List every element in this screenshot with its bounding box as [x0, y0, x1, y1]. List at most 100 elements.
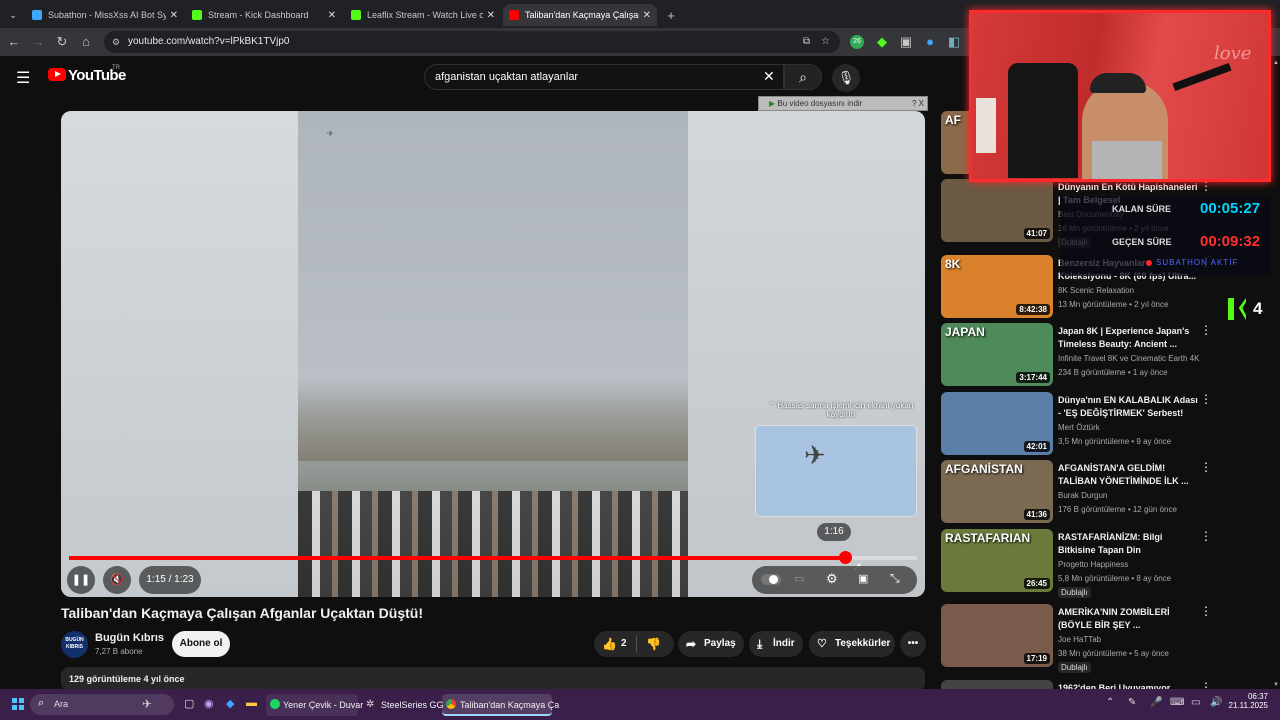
- subscribe-button[interactable]: Abone ol: [172, 631, 230, 657]
- download-video-banner[interactable]: ▶ Bu video dosyasını indir ? X: [758, 96, 928, 111]
- theater-mode-icon[interactable]: ▣: [858, 572, 868, 585]
- video-title[interactable]: Dünya'nın EN KALABALIK Adası - 'EŞ DEĞİŞ…: [1058, 394, 1200, 420]
- more-options-icon[interactable]: ⋮: [1200, 392, 1212, 406]
- recommended-video[interactable]: 1962'den Beri Uyuyamıyor... ⋮: [941, 680, 1241, 689]
- reload-icon[interactable]: ↻: [53, 33, 71, 51]
- keyboard-icon[interactable]: ⌨: [1170, 697, 1184, 708]
- video-player[interactable]: ✈ ⌃ Hassas sarma işlemi için ekranı yuka…: [61, 111, 925, 597]
- search-input[interactable]: afganistan uçaktan atlayanlar: [424, 64, 784, 90]
- channel-name[interactable]: Infinite Travel 8K ve Cinematic Earth 4K: [1058, 354, 1199, 363]
- more-options-icon[interactable]: ⋮: [1200, 529, 1212, 543]
- file-explorer-icon[interactable]: ▬: [246, 697, 257, 709]
- windows-start-icon[interactable]: [12, 698, 24, 710]
- channel-name[interactable]: Progetto Happiness: [1058, 560, 1128, 569]
- more-options-icon[interactable]: ⋮: [1200, 323, 1212, 337]
- tray-app-icon[interactable]: ✎: [1128, 697, 1136, 708]
- tab-subathon[interactable]: Subathon - MissXss AI Bot Syste ✕: [26, 4, 184, 26]
- more-options-icon[interactable]: ⋮: [1200, 680, 1212, 689]
- video-thumbnail[interactable]: 41:07: [941, 179, 1053, 242]
- more-options-icon[interactable]: ⋮: [1200, 604, 1212, 618]
- bookmark-star-icon[interactable]: ☆: [821, 31, 830, 53]
- video-thumbnail[interactable]: RASTAFARIAN 26:45: [941, 529, 1053, 592]
- app-icon[interactable]: ◉: [204, 697, 214, 710]
- description-box[interactable]: 129 görüntüleme 4 yıl önce: [61, 667, 925, 691]
- recommended-video[interactable]: 17:19 AMERİKA'NIN ZOMBİLERİ (BÖYLE BİR ŞE…: [941, 604, 1241, 673]
- tab-kick-dashboard[interactable]: Stream - Kick Dashboard ✕: [186, 4, 342, 26]
- like-button[interactable]: 👍 2: [594, 631, 636, 657]
- new-tab-button[interactable]: +: [661, 4, 681, 26]
- home-icon[interactable]: ⌂: [77, 33, 95, 51]
- video-thumbnail[interactable]: [941, 680, 1053, 689]
- settings-gear-icon[interactable]: ⚙: [826, 571, 838, 587]
- app-icon[interactable]: ◆: [226, 697, 234, 710]
- volume-icon[interactable]: 🔊: [1210, 697, 1222, 708]
- youtube-logo-icon[interactable]: [48, 68, 66, 81]
- autoplay-toggle[interactable]: [761, 574, 781, 585]
- channel-name[interactable]: Mert Öztürk: [1058, 423, 1100, 432]
- tray-chevron-icon[interactable]: ⌃: [1106, 697, 1114, 708]
- tab-close-icon[interactable]: ✕: [487, 10, 495, 21]
- subtitles-icon[interactable]: ▭: [794, 572, 804, 585]
- tab-close-icon[interactable]: ✕: [170, 10, 178, 21]
- video-thumbnail[interactable]: 17:19: [941, 604, 1053, 667]
- back-arrow-icon[interactable]: ←: [5, 33, 23, 51]
- channel-name[interactable]: 8K Scenic Relaxation: [1058, 286, 1134, 295]
- share-button[interactable]: ➦ Paylaş: [678, 631, 744, 657]
- network-icon[interactable]: ▭: [1191, 697, 1200, 708]
- extension-kick-icon[interactable]: ◆: [873, 33, 891, 51]
- video-title[interactable]: 1962'den Beri Uyuyamıyor...: [1058, 682, 1200, 689]
- install-app-icon[interactable]: ⧉: [803, 31, 810, 53]
- extension-badge-icon[interactable]: 26: [850, 35, 864, 49]
- thanks-button[interactable]: ♡ Teşekkürler: [809, 631, 895, 657]
- taskbar-search[interactable]: ⌕ Ara ✈: [30, 694, 174, 715]
- dislike-button[interactable]: 👎: [646, 631, 661, 657]
- video-thumbnail[interactable]: 8K 8:42:38: [941, 255, 1053, 318]
- banner-close-button[interactable]: ? X: [912, 97, 924, 110]
- site-info-icon[interactable]: ⚙: [112, 31, 120, 53]
- tray-mic-icon[interactable]: 🎤: [1150, 697, 1162, 708]
- extension-icon[interactable]: ◧: [945, 33, 963, 51]
- taskbar-app-chrome[interactable]: Taliban'dan Kaçmaya Ça: [442, 694, 559, 716]
- page-scrollbar[interactable]: ▲ ▼: [1273, 60, 1279, 688]
- video-title[interactable]: AFGANİSTAN'A GELDİM! TALİBAN YÖNETİMİNDE…: [1058, 462, 1200, 488]
- fullscreen-icon[interactable]: ⤡: [890, 571, 900, 586]
- clear-search-icon[interactable]: ✕: [763, 68, 775, 85]
- video-title[interactable]: Japan 8K | Experience Japan's Timeless B…: [1058, 325, 1200, 351]
- recommended-video[interactable]: AFGANİSTAN 41:36 AFGANİSTAN'A GELDİM! TALİ…: [941, 460, 1241, 524]
- tab-search-dropdown[interactable]: ⌄: [4, 4, 22, 26]
- taskbar-app-steelseries[interactable]: ✲ SteelSeries GG: [364, 694, 444, 716]
- channel-name[interactable]: Bugün Kıbrıs: [95, 632, 164, 644]
- recommended-video[interactable]: RASTAFARIAN 26:45 RASTAFARİANİZM: Bilgi Bi…: [941, 529, 1241, 598]
- video-thumbnail[interactable]: 42:01: [941, 392, 1053, 455]
- channel-name[interactable]: Burak Durgun: [1058, 491, 1107, 500]
- extension-icon[interactable]: ▣: [897, 33, 915, 51]
- address-bar[interactable]: ⚙ youtube.com/watch?v=lPkBK1TVjp0 ⧉ ☆: [104, 31, 840, 53]
- channel-avatar[interactable]: BUGÜN KIBRIS: [61, 631, 88, 658]
- progress-bar[interactable]: [69, 551, 917, 564]
- task-view-icon[interactable]: ▢: [184, 697, 194, 710]
- channel-name[interactable]: Joe HaTTab: [1058, 635, 1101, 644]
- more-actions-button[interactable]: •••: [900, 631, 926, 657]
- pause-button[interactable]: ❚❚: [67, 566, 95, 594]
- video-title[interactable]: RASTAFARİANİZM: Bilgi Bitkisine Tapan Di…: [1058, 531, 1200, 557]
- video-thumbnail[interactable]: AFGANİSTAN 41:36: [941, 460, 1053, 523]
- tab-leaflix-stream[interactable]: Leaflix Stream - Watch Live on K ✕: [345, 4, 501, 26]
- extension-icon[interactable]: ●: [921, 33, 939, 51]
- scrubber-handle[interactable]: [838, 551, 852, 564]
- forward-arrow-icon[interactable]: →: [29, 33, 47, 51]
- recommended-video[interactable]: 42:01 Dünya'nın EN KALABALIK Adası - 'EŞ …: [941, 392, 1241, 456]
- download-button[interactable]: ⤓ İndir: [749, 631, 803, 657]
- video-title[interactable]: AMERİKA'NIN ZOMBİLERİ (BÖYLE BİR ŞEY ...: [1058, 606, 1200, 632]
- taskbar-app-spotify[interactable]: Yener Çevik - Duvar: [266, 694, 363, 716]
- mute-button[interactable]: 🔇: [103, 566, 131, 594]
- video-thumbnail[interactable]: JAPAN 3:17:44: [941, 323, 1053, 386]
- more-options-icon[interactable]: ⋮: [1200, 460, 1212, 474]
- tab-close-icon[interactable]: ✕: [328, 10, 336, 21]
- voice-search-mic-icon[interactable]: 🎙: [832, 64, 860, 92]
- recommended-video[interactable]: JAPAN 3:17:44 Japan 8K | Experience Japan'…: [941, 323, 1241, 387]
- menu-hamburger-icon[interactable]: ☰: [16, 68, 30, 88]
- search-button[interactable]: ⌕: [784, 64, 822, 90]
- tab-youtube-active[interactable]: Taliban'dan Kaçmaya Çalışan Af ✕: [503, 4, 657, 26]
- clock[interactable]: 06:37 21.11.2025: [1228, 692, 1268, 710]
- tab-close-icon[interactable]: ✕: [643, 10, 651, 21]
